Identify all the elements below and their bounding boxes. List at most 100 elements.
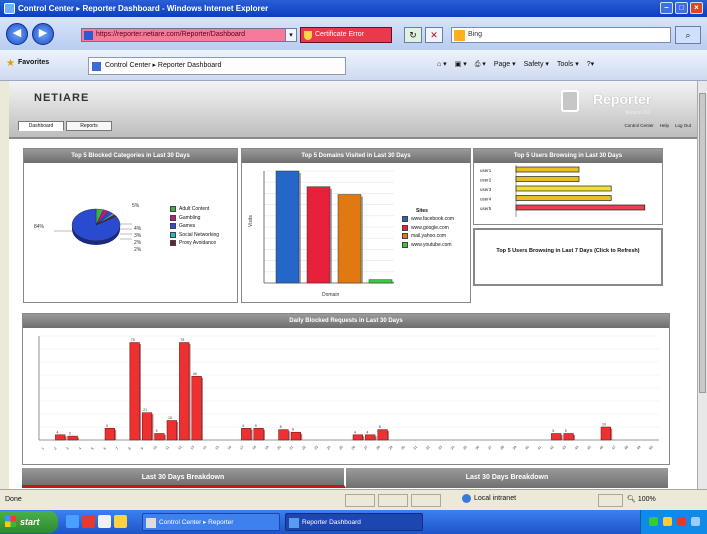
maximize-button[interactable]: □ xyxy=(675,2,688,14)
bar-user4 xyxy=(515,195,612,201)
print-icon[interactable]: ⎙ ▾ xyxy=(475,60,486,69)
scrollbar-thumb[interactable] xyxy=(699,93,706,393)
home-icon[interactable]: ⌂ ▾ xyxy=(437,60,447,69)
search-input[interactable]: Bing xyxy=(451,27,671,43)
favorites-label: Favorites xyxy=(18,59,50,66)
x-tick-label: 12 xyxy=(177,445,183,451)
reporter-icon xyxy=(561,90,579,112)
title-bar[interactable]: Control Center ▸ Reporter Dashboard - Wi… xyxy=(0,0,707,17)
bar-value-label: 4 xyxy=(366,430,368,434)
x-tick-label: 38 xyxy=(500,445,506,451)
panel-title: Top 5 Blocked Categories in Last 30 Days xyxy=(24,149,237,163)
stop-button[interactable]: ✕ xyxy=(425,27,443,43)
security-icon[interactable] xyxy=(663,517,672,526)
pie-slice-label: 3% xyxy=(134,233,142,239)
legend-swatch xyxy=(170,231,176,238)
top-domains-panel: Top 5 Domains Visited in Last 30 Days Do… xyxy=(241,148,471,303)
legend-swatch xyxy=(170,240,176,246)
legend-swatch xyxy=(402,224,408,231)
pie-slice-label: 2% xyxy=(134,247,142,253)
back-button[interactable]: ◀ xyxy=(6,23,28,45)
bar-value-label: 8 xyxy=(379,425,381,429)
daily-bar xyxy=(104,428,115,441)
tab-dashboard[interactable]: Dashboard xyxy=(18,121,64,131)
folder-quicklaunch-icon[interactable] xyxy=(114,515,127,528)
system-tray xyxy=(640,510,707,534)
x-tick-label: 7 xyxy=(115,447,119,451)
legend-label: www.youtube.com xyxy=(411,241,452,248)
control-center-link[interactable]: Control Center xyxy=(624,123,653,128)
tab-breakdown-2[interactable]: Last 30 Days Breakdown xyxy=(346,468,670,488)
bar-value-label: 5 xyxy=(552,429,554,433)
help-icon[interactable]: ?▾ xyxy=(587,60,594,69)
search-button[interactable]: ⌕ xyxy=(675,26,701,44)
legend-label: mail.yahoo.com xyxy=(411,233,447,239)
legend-label: www.facebook.com xyxy=(411,216,455,222)
quick-launch xyxy=(66,515,127,528)
status-text: Done xyxy=(5,496,22,503)
vertical-scrollbar[interactable] xyxy=(697,81,707,489)
zoom-control[interactable]: 🔍︎ 100% xyxy=(627,495,656,503)
network-icon[interactable] xyxy=(649,517,658,526)
header-links: Control Center Help Log Out xyxy=(624,123,691,128)
bar-user5 xyxy=(515,204,646,211)
antivirus-icon[interactable] xyxy=(677,517,686,526)
security-zone[interactable]: Local intranet xyxy=(462,494,516,503)
minimize-button[interactable]: – xyxy=(660,2,673,14)
daily-bar xyxy=(253,428,264,441)
legend-item: www.youtube.com xyxy=(402,241,454,250)
status-bar: Done Local intranet 🔍︎ 100% xyxy=(0,489,707,510)
tab-reports[interactable]: Reports xyxy=(66,121,112,131)
bing-logo-icon xyxy=(454,30,465,41)
volume-icon[interactable] xyxy=(691,517,700,526)
product-title: Reporter xyxy=(593,91,652,107)
favorites-button[interactable]: ★ Favorites xyxy=(6,58,50,69)
start-button[interactable]: start xyxy=(0,511,58,533)
feeds-icon[interactable]: ▣ ▾ xyxy=(455,60,467,69)
panel-title: Top 5 Users Browsing in Last 30 Days xyxy=(474,149,662,163)
bar-value-label: 75 xyxy=(180,338,184,342)
browser-tab[interactable]: Control Center ▸ Reporter Dashboard xyxy=(88,57,346,75)
shield-icon xyxy=(304,31,312,40)
status-segment xyxy=(411,494,441,507)
ie-window: Control Center ▸ Reporter Dashboard - Wi… xyxy=(0,0,707,534)
address-bar[interactable]: https://reporter.netiare.com/Reporter/Da… xyxy=(81,28,297,42)
bar-www.youtube.com xyxy=(368,279,393,284)
close-button[interactable]: × xyxy=(690,2,703,14)
daily-bar xyxy=(129,342,140,441)
tools-menu[interactable]: Tools ▾ xyxy=(557,60,579,69)
page-menu[interactable]: Page ▾ xyxy=(494,60,516,69)
status-segment xyxy=(345,494,375,507)
refresh-button[interactable]: ↻ xyxy=(404,27,422,43)
help-link[interactable]: Help xyxy=(660,123,669,128)
bar-value-label: 6 xyxy=(292,428,294,432)
desktop-quicklaunch-icon[interactable] xyxy=(98,515,111,528)
brand-logo: NETIARE xyxy=(34,92,90,104)
x-tick-label: 2 xyxy=(53,447,57,451)
panel-title: Top 5 Domains Visited in Last 30 Days xyxy=(242,149,470,163)
forward-button[interactable]: ▶ xyxy=(32,23,54,45)
x-tick-label: 36 xyxy=(475,445,481,451)
legend-item: www.facebook.com xyxy=(402,215,454,224)
bar-value-label: 15 xyxy=(168,416,172,420)
ie-quicklaunch-icon[interactable] xyxy=(66,515,79,528)
x-tick-label: 49 xyxy=(636,445,642,451)
users-bar-chart: user1 user2 user3 user4 user5 xyxy=(480,165,646,217)
daily-bar xyxy=(154,433,165,441)
media-quicklaunch-icon[interactable] xyxy=(82,515,95,528)
bar-value-label: 4 xyxy=(354,430,356,434)
pie-slice-label: 5% xyxy=(132,203,140,209)
taskbar-item[interactable]: Control Center ▸ Reporter xyxy=(142,513,280,531)
refresh-box[interactable]: Top 5 Users Browsing in Last 7 Days (Cli… xyxy=(473,228,663,286)
safety-menu[interactable]: Safety ▾ xyxy=(524,60,549,69)
tab-breakdown-1[interactable]: Last 30 Days Breakdown xyxy=(22,468,346,488)
certificate-error-button[interactable]: Certificate Error xyxy=(300,27,392,43)
address-dropdown-icon[interactable]: ▾ xyxy=(285,28,297,42)
daily-bar xyxy=(55,434,66,441)
x-tick-label: 48 xyxy=(624,445,630,451)
taskbar-item-active[interactable]: Reporter Dashboard xyxy=(285,513,423,531)
x-tick-label: 6 xyxy=(103,447,107,451)
user-label: user2 xyxy=(480,178,492,183)
protected-mode-icon[interactable] xyxy=(598,494,623,507)
logout-link[interactable]: Log Out xyxy=(675,123,691,128)
